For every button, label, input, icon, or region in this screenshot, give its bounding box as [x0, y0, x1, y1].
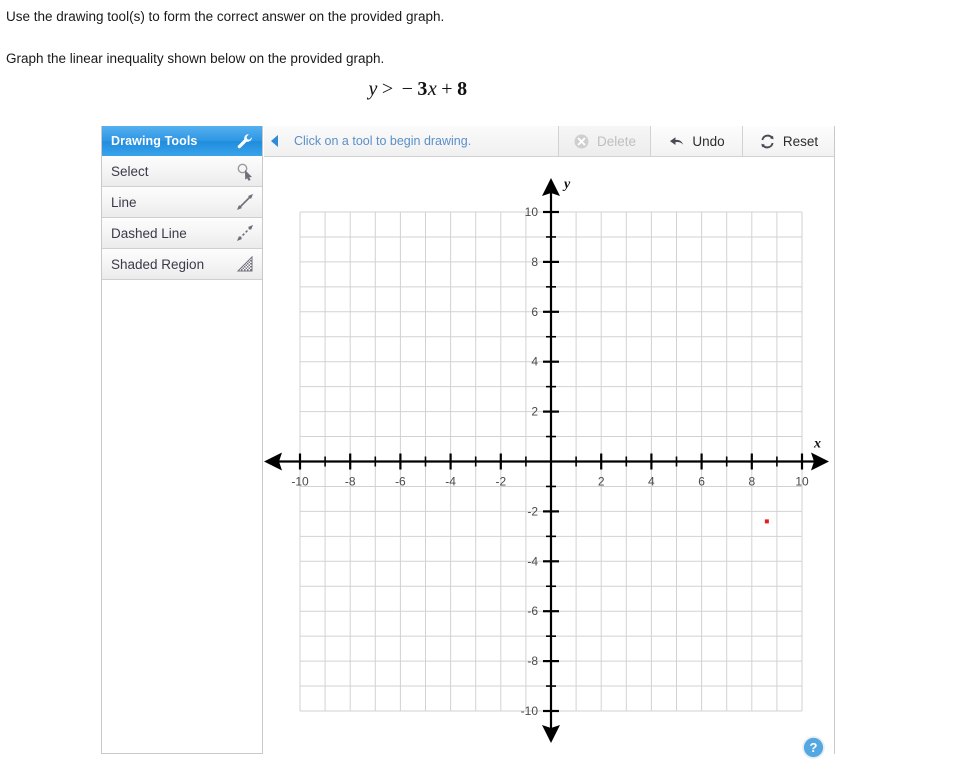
x-tick-label: 8 — [748, 475, 755, 489]
drawing-tools-title: Drawing Tools — [111, 134, 198, 148]
svg-text:?: ? — [810, 740, 818, 755]
x-tick-label: -4 — [445, 475, 456, 489]
x-tick-label: -8 — [345, 475, 356, 489]
plotted-points — [764, 519, 769, 524]
canvas-area: Click on a tool to begin drawing. Delete… — [264, 126, 834, 754]
graphing-applet: Drawing Tools Select Line Dashed Line Sh… — [101, 126, 834, 754]
x-tick-label: -6 — [395, 475, 406, 489]
reset-label: Reset — [782, 133, 819, 149]
y-tick-label: 4 — [531, 355, 538, 369]
y-tick-label: 10 — [525, 205, 539, 219]
wrench-icon — [235, 131, 255, 151]
y-tick-label: -2 — [527, 504, 538, 518]
x-tick-label: 4 — [648, 475, 655, 489]
drawing-tools-panel: Drawing Tools Select Line Dashed Line Sh… — [101, 126, 263, 754]
x-tick-label: 10 — [795, 475, 809, 489]
instruction-line-1: Use the drawing tool(s) to form the corr… — [6, 9, 445, 24]
inequality-equation: y > −3x +8 — [0, 78, 836, 101]
x-tick-label: 6 — [698, 475, 705, 489]
drawing-tools-header: Drawing Tools — [102, 126, 262, 156]
equation-lhs: y — [368, 78, 378, 100]
equation-constant: 8 — [457, 78, 468, 100]
x-tick-label: -10 — [291, 475, 309, 489]
equation-coefficient: 3 — [417, 78, 428, 100]
delete-label: Delete — [596, 133, 637, 149]
action-bar: Click on a tool to begin drawing. Delete… — [264, 126, 834, 157]
dashed-line-icon — [235, 223, 255, 243]
x-tick-label: -2 — [495, 475, 506, 489]
undo-arrow-icon — [668, 133, 685, 150]
left-triangle-icon[interactable] — [264, 126, 283, 156]
undo-button[interactable]: Undo — [650, 126, 742, 156]
delete-button[interactable]: Delete — [558, 126, 650, 156]
x-tick-label: 2 — [598, 475, 605, 489]
y-tick-label: -10 — [521, 704, 539, 718]
y-tick-label: 6 — [531, 305, 538, 319]
y-tick-label: 8 — [531, 255, 538, 269]
tool-item-line[interactable]: Line — [102, 187, 262, 218]
tool-item-select[interactable]: Select — [102, 156, 262, 187]
reset-refresh-icon — [759, 133, 776, 150]
cursor-marker — [764, 519, 769, 524]
y-tick-label: -4 — [527, 554, 538, 568]
instruction-line-2: Graph the linear inequality shown below … — [6, 51, 385, 66]
panel-divider — [834, 126, 835, 754]
drawing-hint-text: Click on a tool to begin drawing. — [294, 134, 472, 148]
reset-button[interactable]: Reset — [742, 126, 834, 156]
circle-x-icon — [573, 133, 590, 150]
equation-sign: − — [401, 78, 414, 100]
shaded-region-icon — [235, 254, 255, 274]
equation-variable: x — [427, 78, 438, 100]
tool-label-select: Select — [111, 163, 149, 179]
coordinate-graph[interactable]: -10 -8 -6 -4 -2 2 4 6 8 10 10 8 6 4 2 -2 -4 -6 -8 -10 x y — [264, 157, 834, 754]
tool-label-dashed-line: Dashed Line — [111, 225, 187, 241]
tool-item-dashed-line[interactable]: Dashed Line — [102, 218, 262, 249]
tool-item-shaded-region[interactable]: Shaded Region — [102, 249, 262, 280]
y-tick-label: 2 — [531, 405, 538, 419]
tool-label-shaded-region: Shaded Region — [111, 256, 205, 272]
cursor-select-icon — [235, 161, 255, 181]
solid-line-icon — [235, 192, 255, 212]
y-tick-label: -8 — [527, 654, 538, 668]
question-mark-help-icon[interactable]: ? — [801, 735, 826, 760]
y-tick-label: -6 — [527, 604, 538, 618]
undo-label: Undo — [692, 133, 725, 149]
tool-label-line: Line — [111, 194, 137, 210]
equation-relation: > — [381, 78, 394, 100]
coordinate-plane-svg[interactable]: -10 -8 -6 -4 -2 2 4 6 8 10 10 8 6 4 2 -2 -4 -6 -8 -10 x y — [264, 157, 834, 754]
y-axis-label: y — [562, 177, 571, 192]
equation-plus: + — [441, 78, 454, 100]
x-axis-label: x — [813, 437, 821, 452]
